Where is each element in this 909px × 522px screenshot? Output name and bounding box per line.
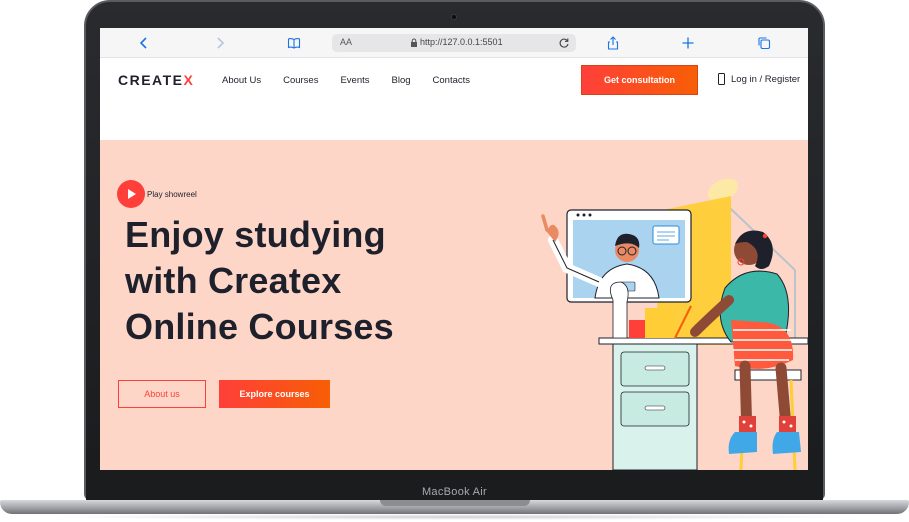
tabs-icon[interactable]: [756, 35, 772, 51]
login-register-link[interactable]: Log in / Register: [718, 73, 800, 85]
lock-icon: [411, 38, 417, 47]
address-bar[interactable]: AA http://127.0.0.1:5501: [332, 34, 576, 52]
hero-title-line: Enjoy studying: [125, 214, 386, 255]
online-learning-illustration: [541, 178, 808, 470]
nav-courses[interactable]: Courses: [283, 75, 318, 86]
phone-icon: [718, 73, 725, 85]
site-header: CREATEX About Us Courses Events Blog Con…: [100, 58, 808, 140]
book-icon[interactable]: [286, 35, 302, 51]
nav-about-us[interactable]: About Us: [222, 75, 261, 86]
logo-mark: X: [183, 72, 195, 88]
reload-icon[interactable]: [558, 37, 570, 49]
chevron-right-icon[interactable]: [212, 35, 228, 51]
reader-aa-button[interactable]: AA: [340, 37, 352, 47]
share-icon[interactable]: [605, 35, 621, 51]
plus-icon[interactable]: [680, 35, 696, 51]
nav-contacts[interactable]: Contacts: [433, 75, 471, 86]
nav-blog[interactable]: Blog: [392, 75, 411, 86]
about-us-button[interactable]: About us: [118, 380, 206, 408]
explore-courses-button[interactable]: Explore courses: [219, 380, 330, 408]
hero-title: Enjoy studying with Createx Online Cours…: [125, 212, 445, 350]
hero-section: Play showreel Enjoy studying with Create…: [100, 140, 808, 470]
url-text: http://127.0.0.1:5501: [420, 37, 503, 47]
hero-title-line: with Createx: [125, 260, 342, 301]
login-register-label: Log in / Register: [731, 73, 801, 85]
logo-text: CREATE: [118, 72, 184, 88]
play-showreel-button[interactable]: Play showreel: [117, 180, 197, 208]
get-consultation-button[interactable]: Get consultation: [581, 65, 698, 95]
main-nav: About Us Courses Events Blog Contacts: [222, 75, 492, 86]
play-icon: [117, 180, 145, 208]
camera-icon: [451, 14, 457, 20]
chevron-left-icon[interactable]: [136, 35, 152, 51]
laptop-shadow: [40, 514, 869, 520]
laptop-hinge-notch: [380, 500, 530, 506]
laptop-model-label: MacBook Air: [421, 486, 488, 498]
createx-logo[interactable]: CREATEX: [118, 72, 194, 88]
browser-toolbar: AA http://127.0.0.1:5501: [100, 28, 808, 58]
laptop-screen: AA http://127.0.0.1:5501 CREATEX About U…: [100, 28, 808, 470]
hero-title-line: Online Courses: [125, 306, 394, 347]
play-showreel-label: Play showreel: [147, 189, 197, 199]
nav-events[interactable]: Events: [340, 75, 369, 86]
